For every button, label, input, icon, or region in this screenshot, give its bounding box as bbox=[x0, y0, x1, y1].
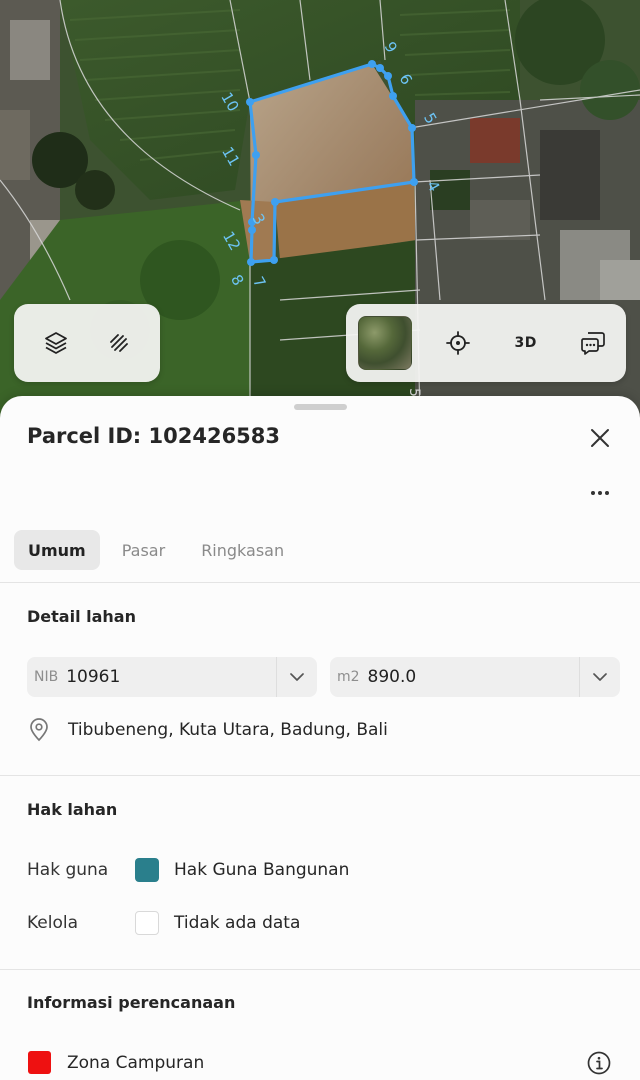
more-options-button[interactable] bbox=[583, 482, 617, 504]
divider bbox=[0, 969, 640, 970]
3d-label: 3D bbox=[514, 335, 537, 351]
area-unit: m2 bbox=[337, 669, 360, 685]
chevron-down-icon bbox=[593, 673, 607, 681]
parcel-title: Parcel ID: 102426583 bbox=[27, 424, 281, 448]
location-pin-icon bbox=[30, 718, 48, 742]
info-icon bbox=[587, 1051, 611, 1075]
tab-bar: Umum Pasar Ringkasan bbox=[14, 530, 298, 570]
tab-umum[interactable]: Umum bbox=[14, 530, 100, 570]
satellite-map[interactable]: 10 11 3 12 9 6 5 4 8 7 5 3D bbox=[0, 0, 640, 420]
draw-button[interactable] bbox=[98, 322, 140, 364]
feedback-button[interactable] bbox=[572, 322, 614, 364]
zone-label: Zona Campuran bbox=[67, 1052, 205, 1073]
nib-value: 10961 bbox=[66, 667, 121, 687]
locate-icon bbox=[446, 331, 471, 355]
nib-prefix: NIB bbox=[34, 669, 59, 685]
kelola-label: Kelola bbox=[27, 913, 79, 933]
planning-heading: Informasi perencanaan bbox=[27, 993, 236, 1012]
close-icon bbox=[591, 429, 609, 447]
location-row: Tibubeneng, Kuta Utara, Badung, Bali bbox=[28, 718, 388, 742]
sheet-drag-handle[interactable] bbox=[294, 404, 347, 410]
area-dropdown-toggle[interactable] bbox=[580, 657, 620, 697]
nib-select[interactable]: NIB 10961 bbox=[27, 657, 317, 697]
map-controls-right: 3D bbox=[346, 304, 626, 382]
satellite-thumbnail[interactable] bbox=[358, 316, 412, 370]
layers-icon bbox=[44, 332, 67, 354]
hak-guna-row: Hak guna Hak Guna Bangunan bbox=[27, 858, 349, 882]
zone-swatch bbox=[28, 1051, 51, 1074]
draw-icon bbox=[109, 334, 128, 352]
feedback-icon bbox=[581, 332, 605, 355]
tab-ringkasan[interactable]: Ringkasan bbox=[187, 530, 298, 570]
hak-guna-label: Hak guna bbox=[27, 860, 109, 880]
more-icon bbox=[591, 491, 609, 495]
layers-button[interactable] bbox=[35, 322, 77, 364]
locate-button[interactable] bbox=[437, 322, 479, 364]
kelola-value: Tidak ada data bbox=[174, 913, 301, 933]
nib-dropdown-toggle[interactable] bbox=[277, 657, 317, 697]
chevron-down-icon bbox=[290, 673, 304, 681]
area-value: 890.0 bbox=[367, 667, 417, 687]
hak-guna-swatch bbox=[135, 858, 159, 882]
map-controls-left bbox=[14, 304, 160, 382]
close-button[interactable] bbox=[585, 423, 615, 453]
location-text: Tibubeneng, Kuta Utara, Badung, Bali bbox=[68, 720, 388, 740]
area-select[interactable]: m2 890.0 bbox=[330, 657, 620, 697]
divider bbox=[0, 775, 640, 776]
zone-row: Zona Campuran bbox=[28, 1051, 204, 1074]
detail-heading: Detail lahan bbox=[27, 607, 136, 626]
hak-heading: Hak lahan bbox=[27, 800, 118, 819]
kelola-swatch bbox=[135, 911, 159, 935]
tab-pasar[interactable]: Pasar bbox=[108, 530, 179, 570]
zone-info-button[interactable] bbox=[587, 1051, 611, 1075]
kelola-row: Kelola Tidak ada data bbox=[27, 911, 300, 935]
parcel-detail-sheet: Parcel ID: 102426583 Umum Pasar Ringkasa… bbox=[0, 396, 640, 1080]
hak-guna-value: Hak Guna Bangunan bbox=[174, 860, 350, 880]
divider bbox=[0, 582, 640, 583]
3d-toggle-button[interactable]: 3D bbox=[505, 322, 547, 364]
